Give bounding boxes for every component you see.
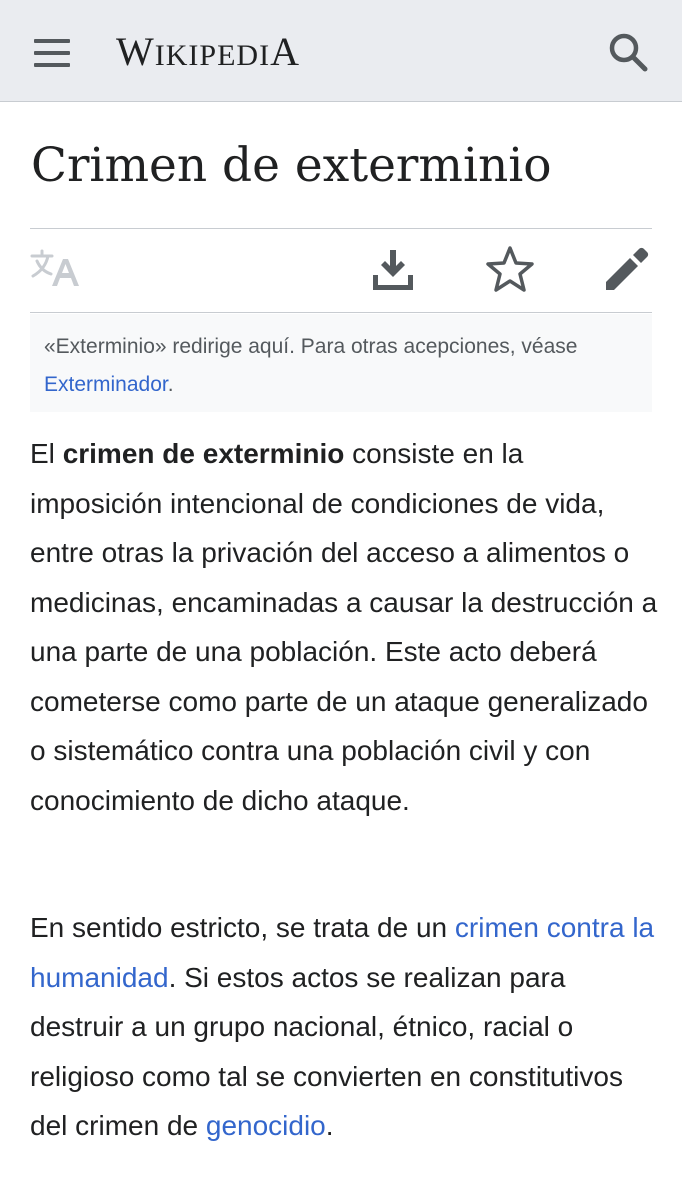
top-header: WIKIPEDIA (0, 0, 682, 102)
menu-icon[interactable] (30, 36, 74, 70)
article-paragraph-2: En sentido estricto, se trata de un crim… (30, 903, 660, 1151)
wikipedia-logo[interactable]: WIKIPEDIA (116, 28, 300, 75)
hatnote-text: «Exterminio» redirige aquí. Para otras a… (44, 335, 578, 358)
logo-middle: IKIPEDI (154, 39, 271, 72)
download-icon[interactable] (366, 242, 420, 296)
hatnote: «Exterminio» redirige aquí. Para otras a… (30, 314, 652, 412)
title-divider (30, 228, 652, 229)
paragraph-1-bold: crimen de exterminio (62, 438, 345, 469)
pencil-icon[interactable] (600, 242, 654, 296)
logo-initial: W (116, 29, 155, 74)
paragraph-1-lead: El (30, 438, 63, 469)
page-title: Crimen de exterminio (31, 138, 552, 193)
link-genocidio[interactable]: genocidio (206, 1110, 326, 1141)
star-icon[interactable] (483, 242, 537, 296)
paragraph-2-text-1: En sentido estricto, se trata de un (30, 912, 455, 943)
article-paragraph-1: El crimen de exterminio consiste en la i… (30, 429, 660, 825)
paragraph-1-text: consiste en la imposición intencional de… (30, 438, 658, 816)
hatnote-end: . (167, 373, 174, 396)
actions-divider (30, 312, 652, 313)
paragraph-2-text-3: . (325, 1110, 334, 1141)
language-icon[interactable] (28, 242, 82, 296)
search-icon[interactable] (606, 30, 650, 74)
hatnote-link[interactable]: Exterminador (44, 373, 168, 396)
page-actions (0, 230, 682, 312)
logo-final: A (270, 29, 300, 74)
